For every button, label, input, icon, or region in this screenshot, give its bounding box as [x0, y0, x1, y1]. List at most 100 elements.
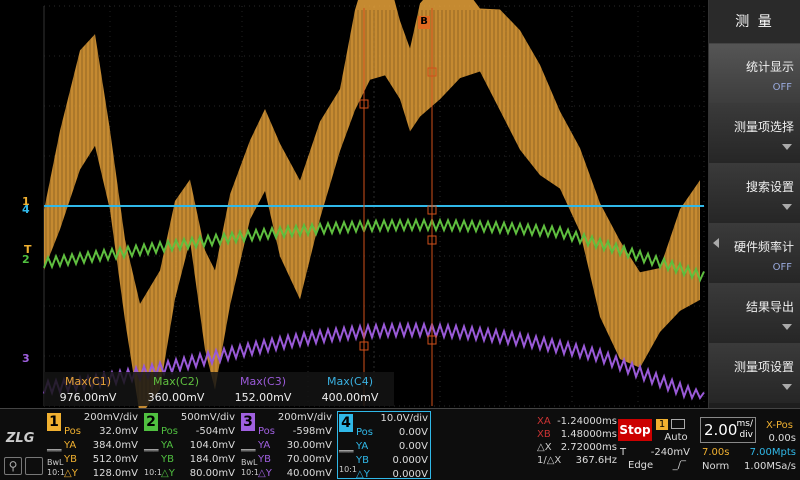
timebase-unit-top: ms/ [736, 419, 754, 429]
channel-4-yb: 0.000V [392, 455, 428, 466]
channel-4-coupling-icon: ═══ [339, 447, 354, 456]
acquisition-mode: Norm [702, 461, 730, 472]
dx-label: △X [537, 442, 552, 453]
dy-label: △Y [64, 468, 78, 479]
menu-item-search-settings[interactable]: 搜索设置 [709, 164, 800, 224]
sample-rate: 1.00MSa/s [744, 461, 796, 472]
logo: ZLG ⚲ [4, 417, 44, 477]
menu-item-label: 结果导出 [745, 300, 794, 314]
channel-1-ya: 384.0mV [92, 440, 138, 451]
channel-3-badge: 3 [241, 413, 255, 431]
channel-2-yb: 184.0mV [189, 454, 235, 465]
timebase-panel[interactable]: 2.00 ms/ div X-Pos 0.00s 7.00s 7.00Mpts … [700, 417, 798, 479]
inv-dx-label: 1/△X [537, 455, 562, 466]
channel-1-pos: 32.0mV [99, 426, 138, 437]
cursor-readout[interactable]: XA -1.24000ms XB 1.48000ms △X 2.72000ms 1/△… [537, 415, 617, 467]
ch4-level-marker[interactable]: 4 [22, 204, 30, 216]
channel-2-dy: 80.00mV [189, 468, 235, 479]
ya-label: YA [64, 440, 77, 451]
menu-item-select-measurement[interactable]: 测量项选择 [709, 104, 800, 164]
measure-menu: 测 量 统计显示 OFF 测量项选择 搜索设置 硬件频率计 OFF 结果导出 测… [708, 0, 800, 408]
meas-label-c1: Max(C1) [64, 375, 111, 388]
search-icon[interactable]: ⚲ [4, 457, 22, 475]
meas-value-c1: 976.00mV [59, 391, 117, 404]
menu-item-label: 统计显示 [745, 60, 794, 74]
menu-item-value: OFF [772, 262, 792, 273]
channel-4-panel[interactable]: 4 10.0V/div Pos 0.00V YA 0.00V YB 0.000V △Y… [337, 411, 431, 480]
menu-item-value: OFF [772, 82, 792, 93]
measurement-strip: Max(C1) Max(C2) Max(C3) Max(C4) 976.00mV… [44, 372, 394, 406]
ya-label: YA [258, 440, 271, 451]
channel-4-probe: 10:1 [339, 465, 357, 474]
trigger-mode-badge: 1 [656, 419, 668, 430]
menu-item-label: 硬件频率计 [733, 240, 794, 254]
meas-value-c4: 400.00mV [321, 391, 379, 404]
rising-edge-icon: _/‾ [672, 460, 686, 471]
menu-item-measurement-settings[interactable]: 测量项设置 [709, 344, 800, 403]
chevron-left-icon [713, 238, 719, 248]
channel-2-coupling-icon: ═══ [144, 446, 159, 455]
xa-value: -1.24000ms [557, 416, 617, 427]
menu-item-frequency-counter[interactable]: 硬件频率计 OFF [709, 224, 800, 284]
ch2-level-marker[interactable]: 2 [22, 254, 30, 266]
trigger-level-label: T [620, 447, 627, 458]
menu-item-export-results[interactable]: 结果导出 [709, 284, 800, 344]
channel-3-coupling-icon: ═══ [241, 446, 256, 455]
ch3-level-marker[interactable]: 3 [22, 353, 30, 365]
trigger-edge-icon [671, 419, 686, 429]
yb-label: YB [258, 454, 271, 465]
meas-label-c4: Max(C4) [326, 375, 373, 388]
channel-1-panel[interactable]: 1 200mV/div Pos 32.0mV YA 384.0mV YB 512.0m… [46, 411, 140, 479]
channel-3-pos: -598mV [292, 426, 332, 437]
channel-2-probe: 10:1 [144, 468, 162, 477]
ya-label: YA [161, 440, 174, 451]
channel-3-ya: 30.00mV [286, 440, 332, 451]
yb-label: YB [161, 454, 174, 465]
dy-label: △Y [161, 468, 175, 479]
dy-label: △Y [258, 468, 272, 479]
cursor-b-marker[interactable]: B [418, 16, 430, 29]
trigger-type: Edge [628, 460, 654, 471]
menu-item-label: 搜索设置 [745, 180, 794, 194]
channel-4-pos: 0.00V [398, 427, 428, 438]
screen-icon[interactable] [25, 457, 43, 475]
channel-2-panel[interactable]: 2 500mV/div Pos -504mV YA 104.0mV YB 184.0m… [143, 411, 237, 479]
pos-label: Pos [161, 426, 179, 437]
trigger-mode[interactable]: 1 Auto [656, 419, 696, 443]
channel-1-dy: 128.0mV [92, 468, 138, 479]
menu-item-statistics[interactable]: 统计显示 OFF [709, 44, 800, 104]
inv-dx-value: 367.6Hz [575, 455, 617, 466]
channel-2-badge: 2 [144, 413, 158, 431]
status-bar: ZLG ⚲ 1 200mV/div Pos 32.0mV YA 384.0mV YB… [0, 408, 800, 480]
meas-value-c2: 360.00mV [147, 391, 205, 404]
dy-label: △Y [356, 469, 370, 480]
timebase-value-box: 2.00 ms/ div [700, 417, 756, 443]
trigger-settings[interactable]: T -240mV Edge _/‾ [618, 443, 692, 471]
menu-item-label: 测量项选择 [733, 120, 794, 134]
channel-1-badge: 1 [47, 413, 61, 431]
waveform-display[interactable]: 1 4 T 2 3 B Max(C1) Max(C2) Max(C3) Max(… [0, 0, 708, 408]
meas-label-c2: Max(C2) [152, 375, 199, 388]
memory-depth: 7.00Mpts [749, 447, 796, 458]
channel-3-probe: 10:1 [241, 468, 259, 477]
pos-label: Pos [64, 426, 82, 437]
chevron-down-icon [782, 144, 792, 150]
trigger-mode-value: Auto [664, 432, 688, 443]
chevron-down-icon [782, 204, 792, 210]
yb-label: YB [356, 455, 369, 466]
channel-1-probe: 10:1 [47, 468, 65, 477]
channel-2-pos: -504mV [195, 426, 235, 437]
chevron-down-icon [782, 324, 792, 330]
channel-2-ya: 104.0mV [189, 440, 235, 451]
waveform-canvas [43, 0, 705, 408]
meas-label-c3: Max(C3) [239, 375, 286, 388]
pos-label: Pos [258, 426, 276, 437]
channel-2-scale: 500mV/div [180, 412, 235, 423]
yb-label: YB [64, 454, 77, 465]
channel-3-yb: 70.00mV [286, 454, 332, 465]
pos-label: Pos [356, 427, 374, 438]
logo-text: ZLG [6, 431, 35, 446]
run-stop-button[interactable]: Stop [618, 419, 652, 441]
menu-title: 测 量 [709, 0, 800, 44]
channel-3-panel[interactable]: 3 200mV/div Pos -598mV YA 30.00mV YB 70.00m… [240, 411, 334, 479]
